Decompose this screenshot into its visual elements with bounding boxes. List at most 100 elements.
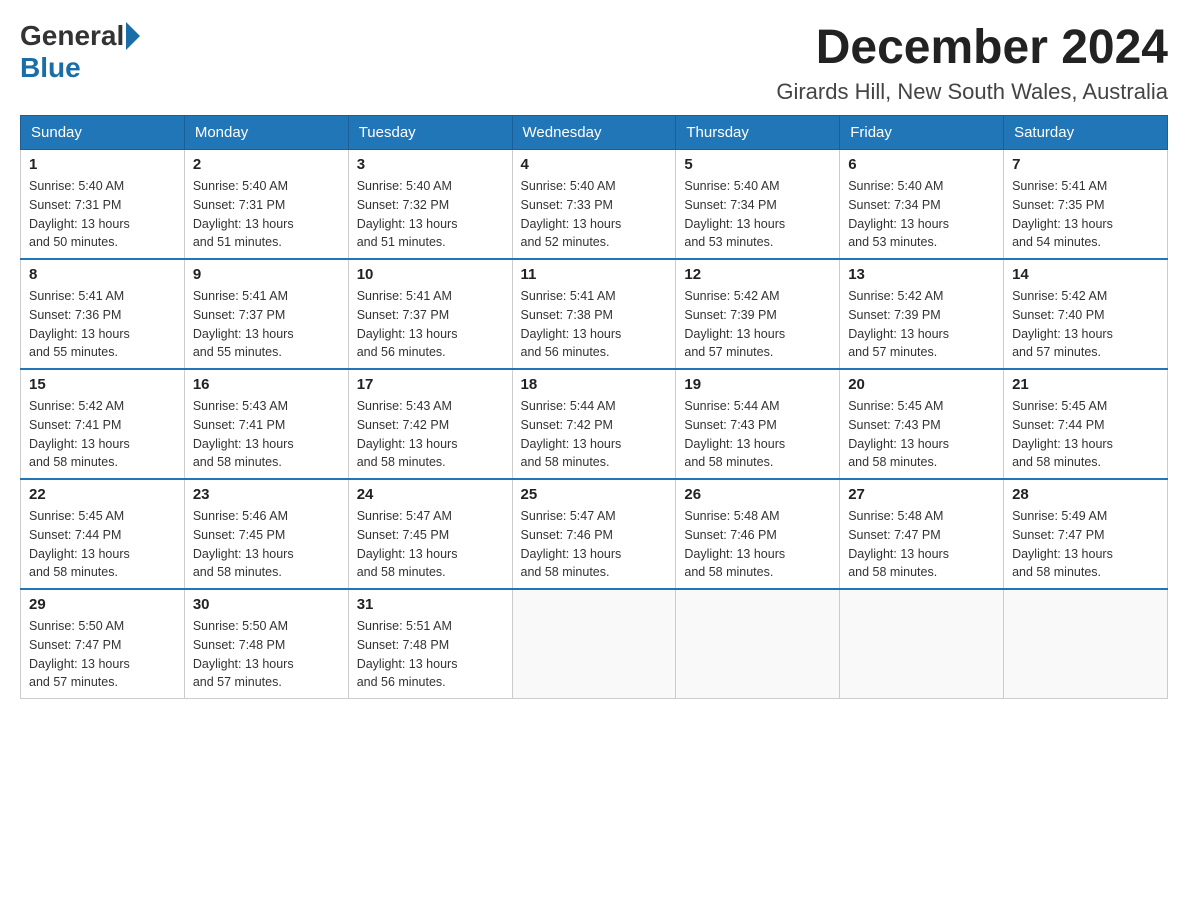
calendar-header-sunday: Sunday (21, 116, 185, 150)
calendar-cell: 30 Sunrise: 5:50 AM Sunset: 7:48 PM Dayl… (184, 589, 348, 699)
logo-general-text: General (20, 20, 124, 52)
day-number: 21 (1012, 376, 1159, 393)
day-number: 24 (357, 486, 504, 503)
day-number: 3 (357, 156, 504, 173)
day-number: 4 (521, 156, 668, 173)
calendar-header-wednesday: Wednesday (512, 116, 676, 150)
day-number: 15 (29, 376, 176, 393)
day-number: 18 (521, 376, 668, 393)
day-info: Sunrise: 5:40 AM Sunset: 7:32 PM Dayligh… (357, 177, 504, 252)
day-info: Sunrise: 5:40 AM Sunset: 7:34 PM Dayligh… (684, 177, 831, 252)
day-number: 14 (1012, 266, 1159, 283)
day-info: Sunrise: 5:44 AM Sunset: 7:42 PM Dayligh… (521, 397, 668, 472)
logo: General Blue (20, 20, 142, 84)
day-info: Sunrise: 5:41 AM Sunset: 7:37 PM Dayligh… (193, 287, 340, 362)
calendar-cell: 16 Sunrise: 5:43 AM Sunset: 7:41 PM Dayl… (184, 369, 348, 479)
day-info: Sunrise: 5:41 AM Sunset: 7:36 PM Dayligh… (29, 287, 176, 362)
day-number: 28 (1012, 486, 1159, 503)
calendar-cell: 6 Sunrise: 5:40 AM Sunset: 7:34 PM Dayli… (840, 150, 1004, 260)
day-info: Sunrise: 5:40 AM Sunset: 7:31 PM Dayligh… (193, 177, 340, 252)
calendar-cell: 17 Sunrise: 5:43 AM Sunset: 7:42 PM Dayl… (348, 369, 512, 479)
calendar-cell: 12 Sunrise: 5:42 AM Sunset: 7:39 PM Dayl… (676, 259, 840, 369)
calendar-cell: 18 Sunrise: 5:44 AM Sunset: 7:42 PM Dayl… (512, 369, 676, 479)
calendar-cell: 1 Sunrise: 5:40 AM Sunset: 7:31 PM Dayli… (21, 150, 185, 260)
calendar-cell: 13 Sunrise: 5:42 AM Sunset: 7:39 PM Dayl… (840, 259, 1004, 369)
calendar-cell: 25 Sunrise: 5:47 AM Sunset: 7:46 PM Dayl… (512, 479, 676, 589)
day-number: 16 (193, 376, 340, 393)
calendar-cell: 14 Sunrise: 5:42 AM Sunset: 7:40 PM Dayl… (1004, 259, 1168, 369)
calendar-cell: 3 Sunrise: 5:40 AM Sunset: 7:32 PM Dayli… (348, 150, 512, 260)
calendar-header-row: SundayMondayTuesdayWednesdayThursdayFrid… (21, 116, 1168, 150)
calendar-cell: 7 Sunrise: 5:41 AM Sunset: 7:35 PM Dayli… (1004, 150, 1168, 260)
day-number: 20 (848, 376, 995, 393)
day-number: 2 (193, 156, 340, 173)
calendar-header-monday: Monday (184, 116, 348, 150)
calendar-cell: 27 Sunrise: 5:48 AM Sunset: 7:47 PM Dayl… (840, 479, 1004, 589)
calendar-header-thursday: Thursday (676, 116, 840, 150)
calendar-cell: 8 Sunrise: 5:41 AM Sunset: 7:36 PM Dayli… (21, 259, 185, 369)
day-info: Sunrise: 5:47 AM Sunset: 7:45 PM Dayligh… (357, 507, 504, 582)
day-info: Sunrise: 5:51 AM Sunset: 7:48 PM Dayligh… (357, 617, 504, 692)
day-number: 17 (357, 376, 504, 393)
day-number: 6 (848, 156, 995, 173)
day-info: Sunrise: 5:48 AM Sunset: 7:46 PM Dayligh… (684, 507, 831, 582)
day-number: 9 (193, 266, 340, 283)
day-info: Sunrise: 5:42 AM Sunset: 7:40 PM Dayligh… (1012, 287, 1159, 362)
logo-blue-text: Blue (20, 52, 81, 83)
calendar-cell: 23 Sunrise: 5:46 AM Sunset: 7:45 PM Dayl… (184, 479, 348, 589)
calendar-cell (1004, 589, 1168, 699)
day-info: Sunrise: 5:40 AM Sunset: 7:34 PM Dayligh… (848, 177, 995, 252)
day-number: 8 (29, 266, 176, 283)
calendar-cell (676, 589, 840, 699)
title-block: December 2024 Girards Hill, New South Wa… (776, 20, 1168, 105)
day-number: 5 (684, 156, 831, 173)
calendar-cell: 19 Sunrise: 5:44 AM Sunset: 7:43 PM Dayl… (676, 369, 840, 479)
day-info: Sunrise: 5:45 AM Sunset: 7:44 PM Dayligh… (1012, 397, 1159, 472)
calendar-cell: 4 Sunrise: 5:40 AM Sunset: 7:33 PM Dayli… (512, 150, 676, 260)
day-info: Sunrise: 5:49 AM Sunset: 7:47 PM Dayligh… (1012, 507, 1159, 582)
day-info: Sunrise: 5:48 AM Sunset: 7:47 PM Dayligh… (848, 507, 995, 582)
day-info: Sunrise: 5:46 AM Sunset: 7:45 PM Dayligh… (193, 507, 340, 582)
day-number: 7 (1012, 156, 1159, 173)
day-info: Sunrise: 5:50 AM Sunset: 7:47 PM Dayligh… (29, 617, 176, 692)
calendar-cell: 20 Sunrise: 5:45 AM Sunset: 7:43 PM Dayl… (840, 369, 1004, 479)
logo-arrow-icon (126, 22, 140, 50)
day-number: 12 (684, 266, 831, 283)
calendar-cell: 22 Sunrise: 5:45 AM Sunset: 7:44 PM Dayl… (21, 479, 185, 589)
month-title: December 2024 (776, 20, 1168, 75)
calendar-cell (840, 589, 1004, 699)
calendar-table: SundayMondayTuesdayWednesdayThursdayFrid… (20, 115, 1168, 699)
day-number: 10 (357, 266, 504, 283)
calendar-cell: 2 Sunrise: 5:40 AM Sunset: 7:31 PM Dayli… (184, 150, 348, 260)
day-info: Sunrise: 5:42 AM Sunset: 7:39 PM Dayligh… (684, 287, 831, 362)
day-info: Sunrise: 5:44 AM Sunset: 7:43 PM Dayligh… (684, 397, 831, 472)
day-number: 29 (29, 596, 176, 613)
day-number: 31 (357, 596, 504, 613)
calendar-cell: 9 Sunrise: 5:41 AM Sunset: 7:37 PM Dayli… (184, 259, 348, 369)
day-info: Sunrise: 5:45 AM Sunset: 7:43 PM Dayligh… (848, 397, 995, 472)
calendar-cell: 29 Sunrise: 5:50 AM Sunset: 7:47 PM Dayl… (21, 589, 185, 699)
calendar-cell: 28 Sunrise: 5:49 AM Sunset: 7:47 PM Dayl… (1004, 479, 1168, 589)
day-number: 22 (29, 486, 176, 503)
day-number: 30 (193, 596, 340, 613)
day-number: 11 (521, 266, 668, 283)
day-info: Sunrise: 5:42 AM Sunset: 7:41 PM Dayligh… (29, 397, 176, 472)
calendar-cell: 24 Sunrise: 5:47 AM Sunset: 7:45 PM Dayl… (348, 479, 512, 589)
calendar-cell: 26 Sunrise: 5:48 AM Sunset: 7:46 PM Dayl… (676, 479, 840, 589)
day-info: Sunrise: 5:43 AM Sunset: 7:41 PM Dayligh… (193, 397, 340, 472)
calendar-cell: 11 Sunrise: 5:41 AM Sunset: 7:38 PM Dayl… (512, 259, 676, 369)
day-info: Sunrise: 5:47 AM Sunset: 7:46 PM Dayligh… (521, 507, 668, 582)
calendar-cell: 5 Sunrise: 5:40 AM Sunset: 7:34 PM Dayli… (676, 150, 840, 260)
location-subtitle: Girards Hill, New South Wales, Australia (776, 79, 1168, 105)
page-header: General Blue December 2024 Girards Hill,… (20, 20, 1168, 105)
day-info: Sunrise: 5:42 AM Sunset: 7:39 PM Dayligh… (848, 287, 995, 362)
day-info: Sunrise: 5:45 AM Sunset: 7:44 PM Dayligh… (29, 507, 176, 582)
calendar-cell: 21 Sunrise: 5:45 AM Sunset: 7:44 PM Dayl… (1004, 369, 1168, 479)
day-info: Sunrise: 5:43 AM Sunset: 7:42 PM Dayligh… (357, 397, 504, 472)
calendar-cell: 31 Sunrise: 5:51 AM Sunset: 7:48 PM Dayl… (348, 589, 512, 699)
day-number: 27 (848, 486, 995, 503)
day-info: Sunrise: 5:50 AM Sunset: 7:48 PM Dayligh… (193, 617, 340, 692)
calendar-cell (512, 589, 676, 699)
day-info: Sunrise: 5:41 AM Sunset: 7:38 PM Dayligh… (521, 287, 668, 362)
day-number: 13 (848, 266, 995, 283)
